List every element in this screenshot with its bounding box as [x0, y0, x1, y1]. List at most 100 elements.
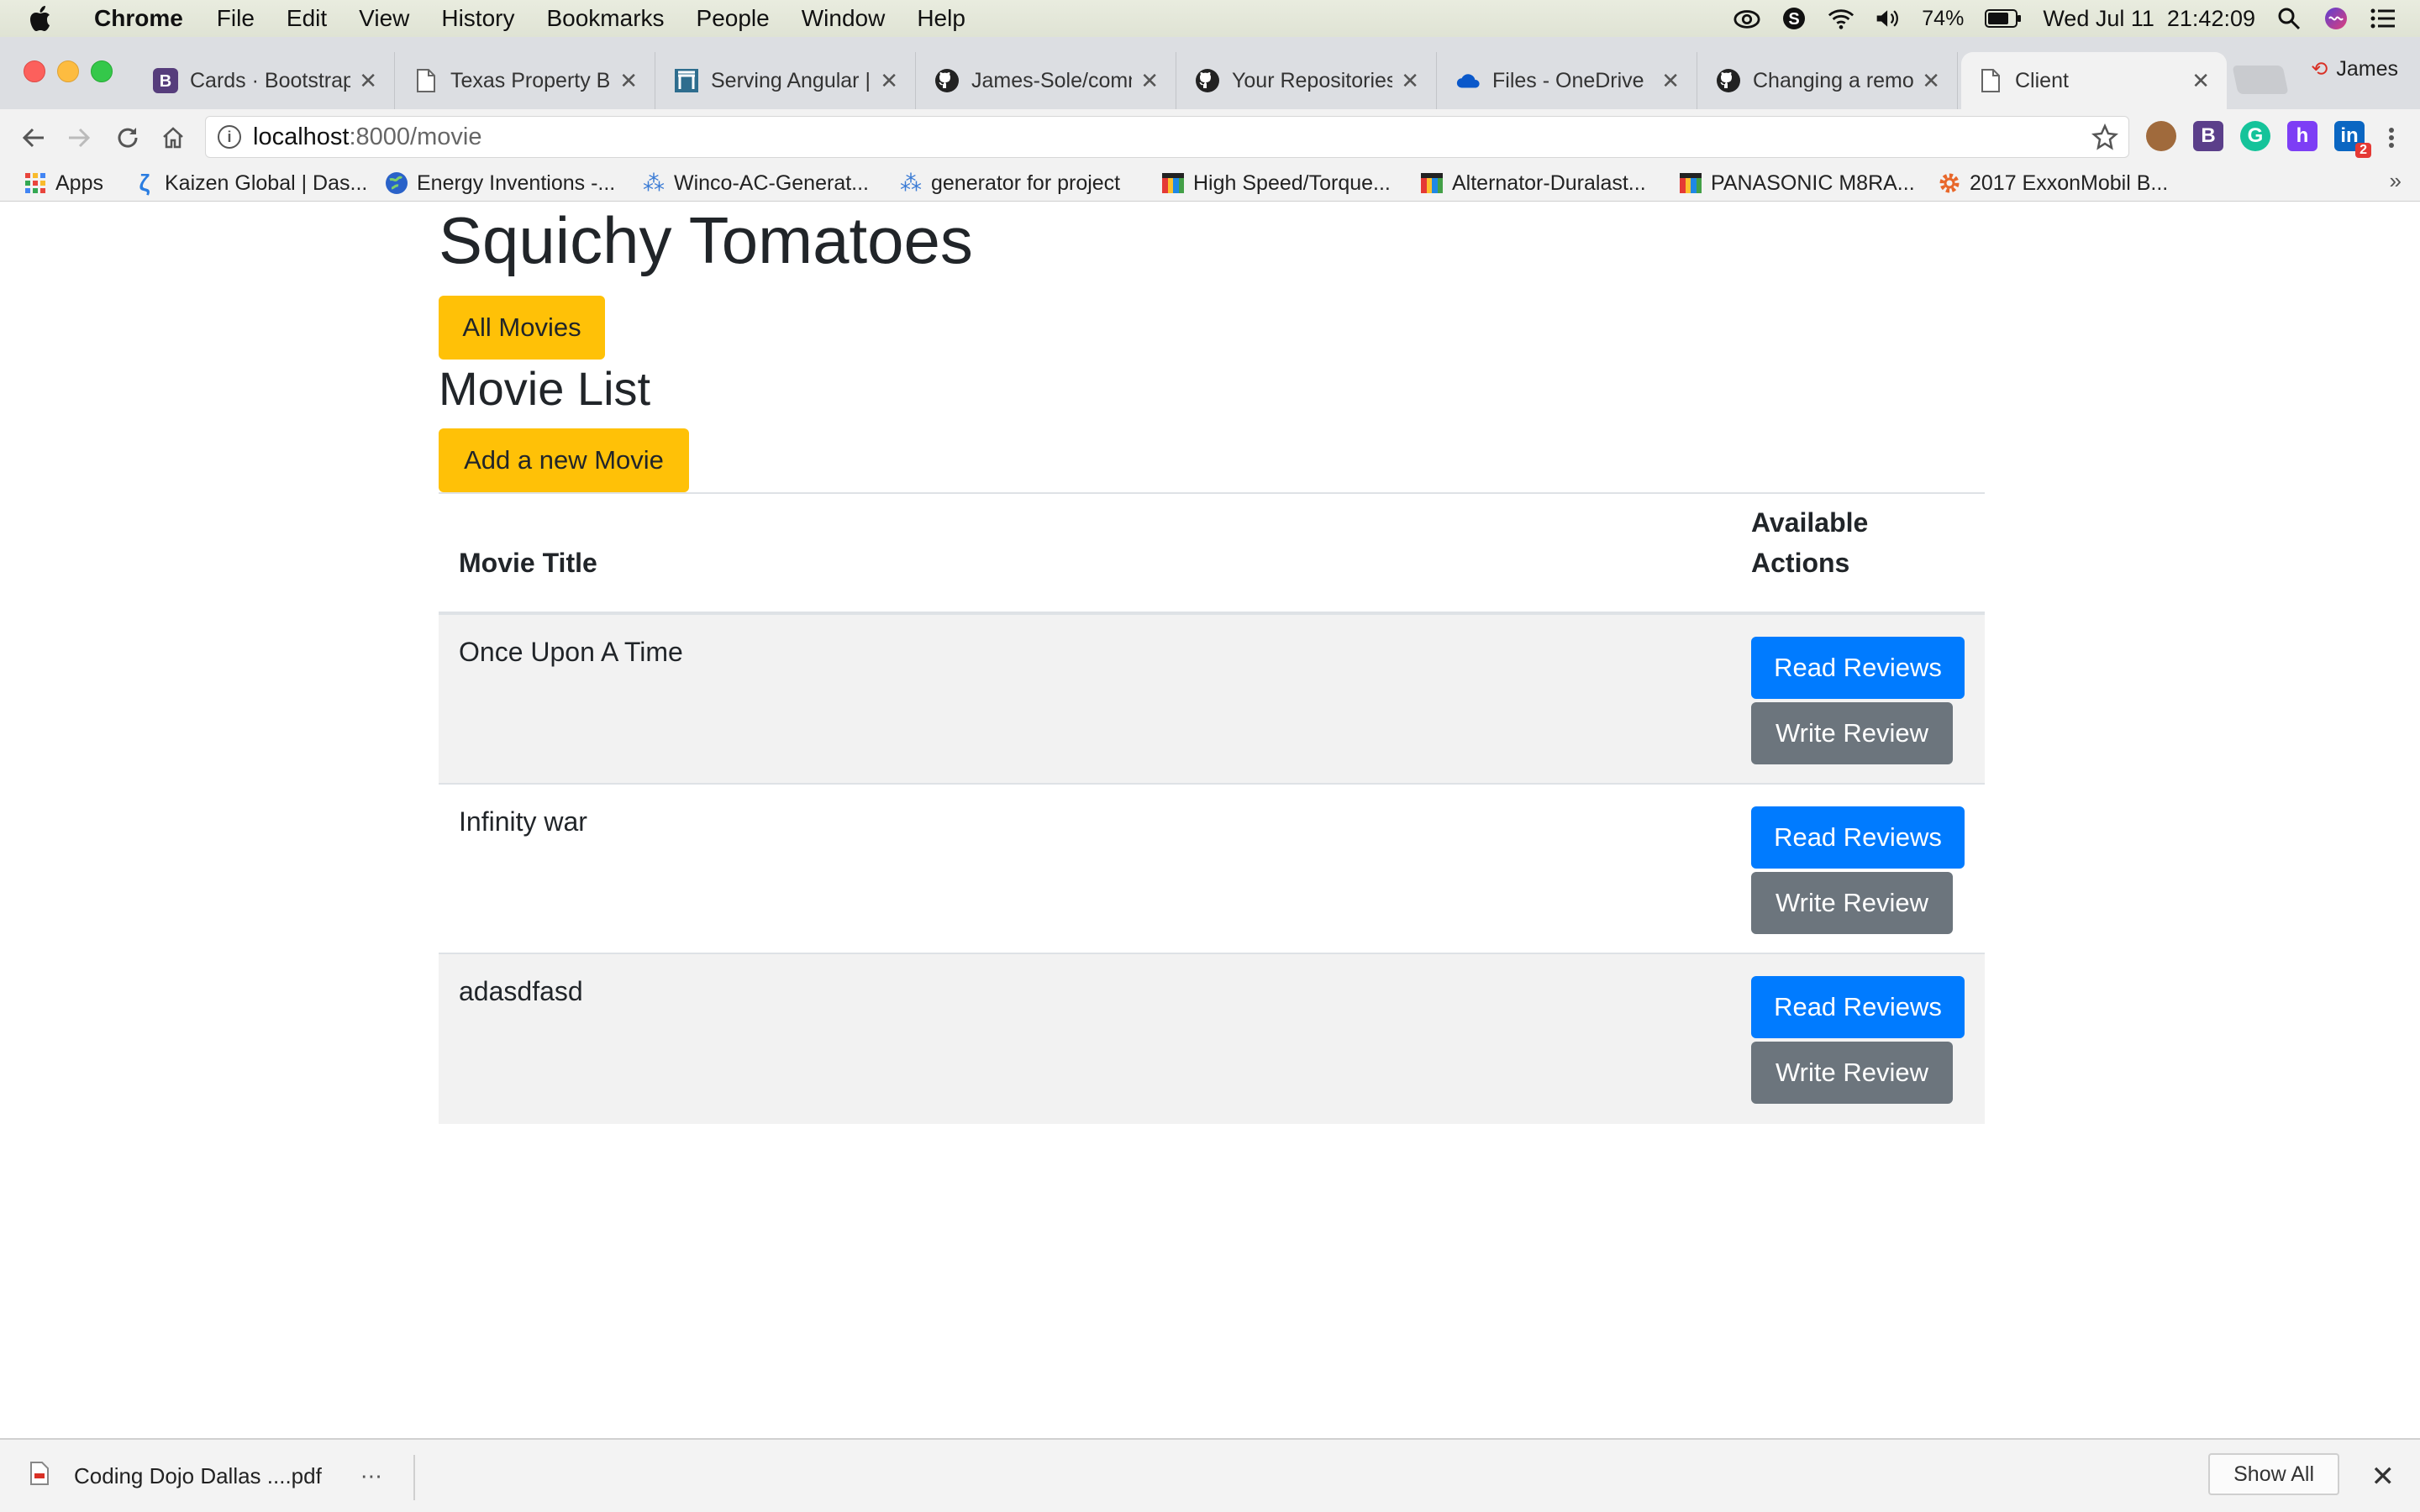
bookmark-kaizen[interactable]: ζ Kaizen Global | Das...	[133, 170, 368, 197]
tab-cards-bootstrap[interactable]: B Cards · Bootstrap ✕	[136, 52, 395, 109]
new-tab-button[interactable]	[2232, 66, 2289, 94]
bookmark-alternator-duralast[interactable]: Alternator-Duralast...	[1420, 170, 1646, 197]
creative-cloud-icon[interactable]	[1733, 5, 1760, 32]
apple-icon[interactable]	[30, 4, 55, 33]
splash-icon: ⁂	[643, 170, 665, 196]
honey-icon[interactable]: h	[2287, 121, 2317, 151]
url-path: :8000/movie	[349, 123, 482, 150]
bookmarks-bar: Apps ζ Kaizen Global | Das... Energy Inv…	[0, 165, 2420, 202]
menu-people[interactable]: People	[697, 5, 770, 32]
sync-paused-icon: ⟲	[2311, 58, 2328, 81]
tab-texas-property[interactable]: Texas Property Bu ✕	[397, 52, 655, 109]
close-downloads-icon[interactable]: ✕	[2371, 1460, 2396, 1494]
bookmark-label: Alternator-Duralast...	[1452, 171, 1646, 195]
bookmark-label: PANASONIC M8RA...	[1711, 171, 1915, 195]
siri-icon[interactable]	[2323, 5, 2349, 32]
url-host: localhost	[253, 123, 350, 150]
address-bar[interactable]: i localhost:8000/movie	[205, 116, 2129, 158]
show-all-downloads-button[interactable]: Show All	[2208, 1453, 2339, 1495]
tab-client-active[interactable]: Client ✕	[1961, 52, 2227, 109]
window-zoom-button[interactable]	[91, 60, 113, 82]
bookmarks-overflow-icon[interactable]: »	[2390, 168, 2402, 194]
clock[interactable]: Wed Jul 11 21:42:09	[2043, 6, 2255, 32]
site-info-icon[interactable]: i	[218, 125, 241, 149]
menu-edit[interactable]: Edit	[287, 5, 327, 32]
back-button[interactable]	[17, 121, 50, 155]
bookmark-panasonic[interactable]: PANASONIC M8RA...	[1679, 170, 1915, 197]
wifi-icon[interactable]	[1828, 5, 1854, 32]
tab-changing-remote[interactable]: Changing a remot ✕	[1699, 52, 1958, 109]
svg-text:S: S	[1789, 10, 1800, 29]
splash-icon: ⁂	[900, 170, 922, 196]
tab-james-sole-repo[interactable]: James-Sole/comn ✕	[918, 52, 1176, 109]
tab-close-icon[interactable]: ✕	[1140, 68, 1159, 94]
tab-serving-angular[interactable]: Serving Angular | ✕	[657, 52, 916, 109]
bookmark-generator-project[interactable]: ⁂ generator for project	[899, 170, 1120, 197]
menu-window[interactable]: Window	[802, 5, 886, 32]
tab-strip: B Cards · Bootstrap ✕ Texas Property Bu …	[0, 37, 2420, 109]
bootstrap-extension-icon[interactable]: B	[2193, 121, 2223, 151]
movie-title-cell: adasdfasd	[459, 976, 583, 1006]
tab-your-repositories[interactable]: Your Repositories ✕	[1178, 52, 1437, 109]
forward-button[interactable]	[62, 121, 96, 155]
profile-button[interactable]: ⟲ James	[2311, 57, 2398, 81]
header-available-actions: Available Actions	[1751, 502, 1868, 583]
tab-close-icon[interactable]: ✕	[1401, 68, 1419, 94]
menu-view[interactable]: View	[359, 5, 409, 32]
skype-icon[interactable]: S	[1781, 5, 1807, 32]
read-reviews-button[interactable]: Read Reviews	[1751, 976, 1965, 1038]
tab-close-icon[interactable]: ✕	[1661, 68, 1680, 94]
svg-text:B: B	[160, 72, 171, 91]
table-row: Infinity war Read Reviews Write Review	[439, 785, 1985, 954]
page-icon	[1978, 68, 2003, 93]
table-row: adasdfasd Read Reviews Write Review	[439, 954, 1985, 1124]
download-options-icon[interactable]: ⋯	[360, 1463, 382, 1489]
bookmark-winco-generator[interactable]: ⁂ Winco-AC-Generat...	[642, 170, 869, 197]
tab-close-icon[interactable]: ✕	[619, 68, 638, 94]
tab-close-icon[interactable]: ✕	[880, 68, 898, 94]
github-icon	[934, 68, 960, 93]
linkedin-icon[interactable]: in 2	[2334, 121, 2371, 158]
tab-close-icon[interactable]: ✕	[1922, 68, 1940, 94]
tab-label: James-Sole/comn	[971, 68, 1133, 92]
reload-button[interactable]	[111, 121, 145, 155]
tab-onedrive-files[interactable]: Files - OneDrive ✕	[1439, 52, 1697, 109]
chrome-menu-icon[interactable]	[2375, 121, 2408, 155]
read-reviews-button[interactable]: Read Reviews	[1751, 637, 1965, 699]
menu-app-name[interactable]: Chrome	[94, 5, 183, 32]
menu-history[interactable]: History	[441, 5, 514, 32]
window-minimize-button[interactable]	[57, 60, 79, 82]
bookmark-label: 2017 ExxonMobil B...	[1970, 171, 2169, 195]
read-reviews-button[interactable]: Read Reviews	[1751, 806, 1965, 869]
menu-file[interactable]: File	[217, 5, 255, 32]
tab-label: Cards · Bootstrap	[190, 68, 351, 92]
apps-grid-icon	[24, 171, 47, 195]
page-icon	[413, 68, 439, 93]
bookmark-star-icon[interactable]	[2091, 123, 2118, 157]
tab-close-icon[interactable]: ✕	[2191, 68, 2210, 94]
spotlight-search-icon[interactable]	[2275, 5, 2302, 32]
write-review-button[interactable]: Write Review	[1751, 872, 1953, 934]
bookmark-energy-inventions[interactable]: Energy Inventions -...	[385, 170, 615, 197]
menu-help[interactable]: Help	[917, 5, 965, 32]
notification-center-icon[interactable]	[2370, 5, 2396, 32]
bookmark-exxonmobil[interactable]: 2017 ExxonMobil B...	[1938, 170, 2168, 197]
write-review-button[interactable]: Write Review	[1751, 1042, 1953, 1104]
volume-icon[interactable]	[1875, 5, 1902, 32]
tab-label: Texas Property Bu	[450, 68, 612, 92]
window-close-button[interactable]	[24, 60, 45, 82]
menu-bookmarks[interactable]: Bookmarks	[546, 5, 664, 32]
download-item[interactable]: Coding Dojo Dallas ....pdf ⋯	[30, 1440, 382, 1512]
avatar-extension-icon[interactable]	[2146, 121, 2176, 151]
bookmark-high-speed-torque[interactable]: High Speed/Torque...	[1161, 170, 1391, 197]
grammarly-icon[interactable]: G	[2240, 121, 2270, 151]
add-movie-button[interactable]: Add a new Movie	[439, 428, 689, 492]
bookmark-apps[interactable]: Apps	[24, 170, 103, 197]
tab-close-icon[interactable]: ✕	[359, 68, 377, 94]
pdf-file-icon	[30, 1461, 49, 1491]
all-movies-button[interactable]: All Movies	[439, 296, 605, 360]
write-review-button[interactable]: Write Review	[1751, 702, 1953, 764]
battery-icon[interactable]	[1984, 5, 2023, 32]
table-header: Movie Title Available Actions	[439, 494, 1985, 615]
home-button[interactable]	[156, 121, 190, 155]
